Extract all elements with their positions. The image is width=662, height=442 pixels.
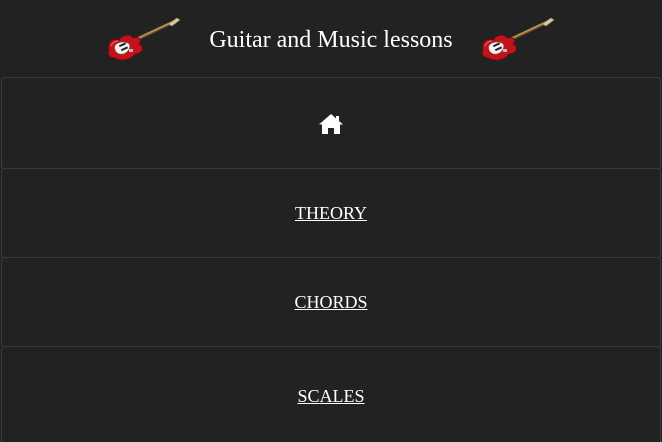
nav-item-chords[interactable]: CHORDS xyxy=(1,257,661,348)
home-icon[interactable] xyxy=(318,113,344,135)
electric-guitar-icon xyxy=(481,17,555,61)
page: Guitar and Music lessons THEORY CHORDS S… xyxy=(0,0,662,442)
site-title: Guitar and Music lessons xyxy=(209,26,453,53)
site-header: Guitar and Music lessons xyxy=(0,0,662,78)
nav-link-theory[interactable]: THEORY xyxy=(295,203,367,224)
nav-item-home[interactable] xyxy=(1,77,661,170)
nav-item-scales[interactable]: SCALES xyxy=(1,346,661,442)
nav-link-chords[interactable]: CHORDS xyxy=(294,292,367,313)
nav-item-theory[interactable]: THEORY xyxy=(1,168,661,259)
nav-link-scales[interactable]: SCALES xyxy=(297,386,364,407)
electric-guitar-icon xyxy=(108,17,181,61)
